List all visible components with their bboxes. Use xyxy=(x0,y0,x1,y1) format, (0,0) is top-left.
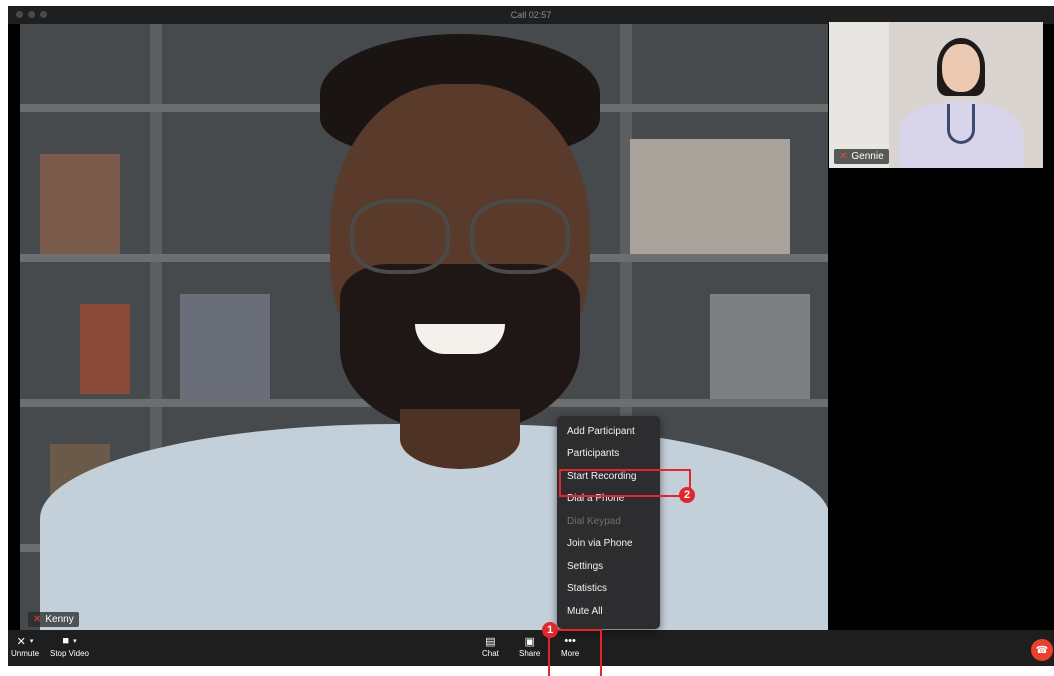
main-name-tag: ✕ Kenny xyxy=(28,612,79,627)
menu-item-participants[interactable]: Participants xyxy=(557,443,660,466)
step-2-badge: 2 xyxy=(679,487,695,503)
step-1-badge: 1 xyxy=(542,622,558,638)
glasses-right-lens xyxy=(470,199,570,274)
end-call-button[interactable]: ☎ xyxy=(1031,639,1053,661)
menu-item-add-participant[interactable]: Add Participant xyxy=(557,420,660,443)
books xyxy=(40,154,120,254)
highlight-start-recording xyxy=(559,469,691,497)
end-call-icon: ☎ xyxy=(1035,644,1049,656)
more-menu: Add Participant Participants Start Recor… xyxy=(557,416,660,629)
menu-item-settings[interactable]: Settings xyxy=(557,555,660,578)
menu-item-join-via-phone[interactable]: Join via Phone xyxy=(557,533,660,556)
menu-item-dial-keypad: Dial Keypad xyxy=(567,515,621,527)
share-screen-icon: ▣ xyxy=(524,635,535,648)
stop-video-label: Stop Video xyxy=(50,649,89,658)
mic-off-icon: ✕ xyxy=(33,614,42,625)
background-window xyxy=(829,22,889,168)
books xyxy=(710,294,810,399)
thumbnail-name-tag: ✕ Gennie xyxy=(834,149,889,164)
books xyxy=(180,294,270,399)
video-camera-icon: ■ xyxy=(62,635,70,647)
chevron-down-icon[interactable]: ▾ xyxy=(30,637,34,645)
books xyxy=(80,304,130,394)
zoom-window-button[interactable] xyxy=(40,11,47,18)
chat-button[interactable]: ▤ Chat xyxy=(482,633,499,659)
close-window-button[interactable] xyxy=(16,11,23,18)
glasses-left-lens xyxy=(350,199,450,274)
main-participant-name: Kenny xyxy=(45,614,74,625)
stethoscope xyxy=(947,104,975,144)
mic-off-icon: ✕ xyxy=(16,635,26,648)
main-video-feed: ✕ Kenny xyxy=(20,24,828,632)
menu-item-mute-all[interactable]: Mute All xyxy=(557,600,660,623)
highlight-more-button xyxy=(548,629,602,676)
mic-off-icon: ✕ xyxy=(839,151,848,162)
chevron-down-icon[interactable]: ▾ xyxy=(73,637,77,645)
unmute-label: Unmute xyxy=(11,649,40,658)
unmute-button[interactable]: ✕ ▾ Unmute xyxy=(11,633,40,659)
window-title: Call 02:57 xyxy=(510,10,552,20)
books xyxy=(630,139,790,254)
call-toolbar: ✕ ▾ Unmute ■ ▾ Stop Video ▤ Chat ▣ Share… xyxy=(8,630,1054,666)
person-neck xyxy=(400,409,520,469)
menu-item-statistics[interactable]: Statistics xyxy=(557,578,660,601)
share-label: Share xyxy=(519,649,541,658)
thumbnail-video-feed[interactable]: ✕ Gennie xyxy=(829,22,1043,168)
stop-video-button[interactable]: ■ ▾ Stop Video xyxy=(50,633,89,658)
person-face xyxy=(942,44,980,92)
thumbnail-participant-name: Gennie xyxy=(851,151,884,162)
minimize-window-button[interactable] xyxy=(28,11,35,18)
share-button[interactable]: ▣ Share xyxy=(519,633,541,659)
call-window: Call 02:57 ✕ Kenny ✕ Gennie ✕ ▾ Unmute ■… xyxy=(8,6,1054,666)
chat-label: Chat xyxy=(482,649,499,658)
window-controls xyxy=(16,11,47,18)
chat-icon: ▤ xyxy=(485,635,496,648)
